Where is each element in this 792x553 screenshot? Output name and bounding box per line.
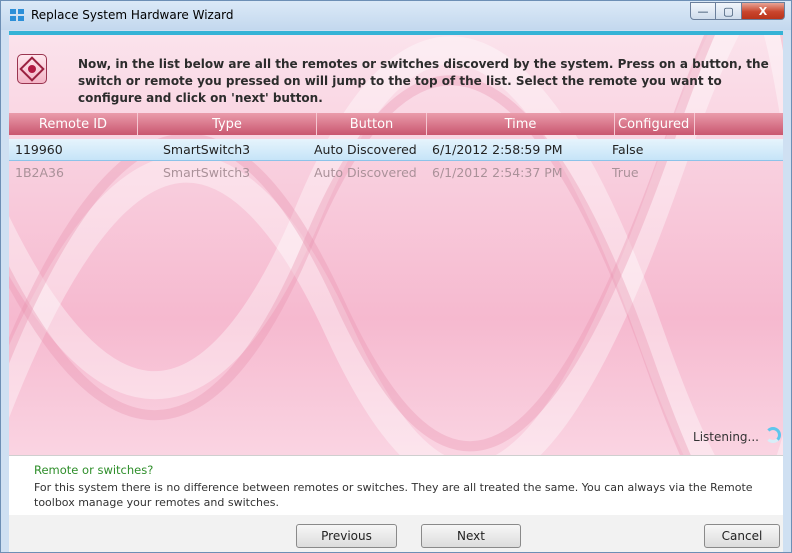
table-header: Remote ID Type Button Time Configured xyxy=(9,113,783,135)
column-header-time[interactable]: Time xyxy=(427,113,615,135)
hint-text: For this system there is no difference b… xyxy=(34,481,753,509)
remote-control-icon xyxy=(17,54,47,84)
wizard-header: Now, in the list below are all the remot… xyxy=(9,31,783,113)
instruction-text: Now, in the list below are all the remot… xyxy=(78,57,769,105)
remotes-list: 119960 SmartSwitch3 Auto Discovered 6/1/… xyxy=(9,139,783,183)
cell-remote-id: 119960 xyxy=(15,142,63,157)
cell-time: 6/1/2012 2:54:37 PM xyxy=(432,164,563,180)
hint-panel: Remote or switches? For this system ther… xyxy=(9,455,783,515)
cell-button: Auto Discovered xyxy=(314,164,417,180)
listening-status: Listening... xyxy=(693,430,759,444)
wizard-footer: Previous Next Cancel xyxy=(9,515,783,552)
table-row[interactable]: 119960 SmartSwitch3 Auto Discovered 6/1/… xyxy=(9,139,783,161)
wizard-window: Replace System Hardware Wizard — ▢ X Now… xyxy=(0,0,792,553)
next-button[interactable]: Next xyxy=(421,524,521,548)
maximize-button[interactable]: ▢ xyxy=(716,2,742,20)
close-button[interactable]: X xyxy=(742,2,785,20)
cell-remote-id: 1B2A36 xyxy=(15,164,64,180)
window-controls: — ▢ X xyxy=(690,2,785,21)
cancel-button[interactable]: Cancel xyxy=(704,524,780,548)
cell-type: SmartSwitch3 xyxy=(163,142,251,157)
column-header-button[interactable]: Button xyxy=(317,113,427,135)
cell-button: Auto Discovered xyxy=(314,142,417,157)
table-row[interactable]: 1B2A36 SmartSwitch3 Auto Discovered 6/1/… xyxy=(9,161,783,183)
column-header-type[interactable]: Type xyxy=(138,113,317,135)
cell-time: 6/1/2012 2:58:59 PM xyxy=(432,142,563,157)
spinner-icon xyxy=(765,427,781,443)
column-header-remote-id[interactable]: Remote ID xyxy=(9,113,138,135)
minimize-button[interactable]: — xyxy=(690,2,716,20)
previous-button[interactable]: Previous xyxy=(296,524,397,548)
hint-title: Remote or switches? xyxy=(34,463,154,477)
cell-configured: False xyxy=(612,142,644,157)
title-bar[interactable]: Replace System Hardware Wizard — ▢ X xyxy=(1,1,791,30)
cell-configured: True xyxy=(612,164,639,180)
wizard-content: Now, in the list below are all the remot… xyxy=(9,31,783,552)
window-title: Replace System Hardware Wizard xyxy=(31,8,234,22)
column-header-configured[interactable]: Configured xyxy=(615,113,695,135)
cell-type: SmartSwitch3 xyxy=(163,164,251,180)
app-windows-icon xyxy=(10,9,25,23)
